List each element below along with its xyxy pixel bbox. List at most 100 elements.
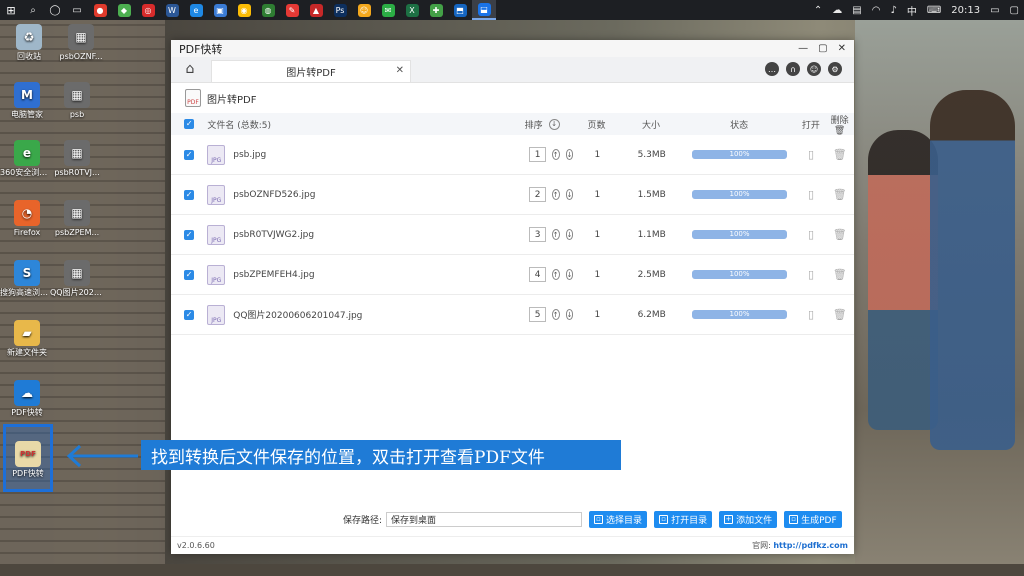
move-down-icon[interactable]: ↓ <box>565 269 574 280</box>
minimize-icon[interactable]: — <box>798 43 808 54</box>
desktop-icon[interactable]: ▦ psbOZNF... <box>54 24 108 62</box>
open-file-icon[interactable]: ▯ <box>797 148 826 161</box>
desktop-icon[interactable]: PDF PDF快转 <box>3 424 53 492</box>
desktop-icon[interactable]: M 电脑管家 <box>0 82 54 120</box>
row-checkbox[interactable]: ✓ <box>184 309 195 320</box>
maximize-icon[interactable]: ▢ <box>818 43 827 54</box>
taskbar-app-red-icon[interactable]: ● <box>88 0 112 20</box>
row-checkbox[interactable]: ✓ <box>184 189 195 200</box>
move-up-icon[interactable]: ↑ <box>551 189 560 200</box>
desktop-icon[interactable]: ♻ 回收站 <box>2 24 56 62</box>
search-icon[interactable]: ⌕ <box>22 0 44 20</box>
move-up-icon[interactable]: ↑ <box>551 309 560 320</box>
desktop-icon[interactable]: ☁ PDF快转 <box>0 380 54 418</box>
desktop-icon[interactable]: ▦ psbR0TVJ... <box>50 140 104 178</box>
home-icon[interactable]: ⌂ <box>171 56 209 82</box>
desktop-icon[interactable]: ◔ Firefox <box>0 200 54 238</box>
monitor-icon[interactable]: ▭ <box>985 5 1004 16</box>
move-down-icon[interactable]: ↓ <box>565 189 574 200</box>
taskbar-app-browser-icon[interactable]: ◍ <box>256 0 280 20</box>
tab-image-to-pdf[interactable]: 图片转PDF ✕ <box>211 60 411 82</box>
order-input[interactable]: 1 <box>529 147 546 162</box>
taskbar-app-yellow-icon[interactable]: ☺ <box>352 0 376 20</box>
chat-icon[interactable]: … <box>765 62 779 76</box>
select-all-checkbox[interactable]: ✓ <box>184 119 195 129</box>
windows-start-icon[interactable]: ⊞ <box>0 0 22 20</box>
taskbar-app-blue2-icon[interactable]: ⬒ <box>448 0 472 20</box>
open-directory-button[interactable]: ▫ 打开目录 <box>654 510 713 528</box>
cloud-icon[interactable]: ☁ <box>827 5 847 16</box>
row-checkbox[interactable]: ✓ <box>184 269 195 280</box>
trash-icon[interactable]: 🗑 <box>825 268 854 281</box>
taskbar-app-red2-icon[interactable]: ◎ <box>136 0 160 20</box>
desktop-icon[interactable]: S 搜狗高速浏览器 <box>0 260 54 298</box>
wifi-icon[interactable]: ◠ <box>867 5 886 16</box>
headset-icon[interactable]: ∩ <box>786 62 800 76</box>
save-path-input[interactable] <box>386 511 583 527</box>
move-up-icon[interactable]: ↑ <box>551 229 560 240</box>
order-input[interactable]: 3 <box>529 227 546 242</box>
desktop-icon[interactable]: ▦ psbZPEM... <box>50 200 104 238</box>
taskbar-app-chrome-icon[interactable]: ◉ <box>232 0 256 20</box>
network-icon[interactable]: ▤ <box>847 5 866 16</box>
tab-close-icon[interactable]: ✕ <box>396 65 404 76</box>
chevron-up-icon[interactable]: ⌃ <box>809 5 827 16</box>
taskbar-app-ps-icon[interactable]: Ps <box>328 0 352 20</box>
generate-pdf-button[interactable]: ▫ 生成PDF <box>784 510 842 528</box>
gear-icon[interactable]: ⚙ <box>828 62 842 76</box>
move-down-icon[interactable]: ↓ <box>565 149 574 160</box>
table-row[interactable]: ✓ JPG psbOZNFD526.jpg 2 ↑ ↓ 1 1.5MB 100%… <box>171 175 854 215</box>
open-file-icon[interactable]: ▯ <box>797 228 826 241</box>
taskbar-app-tool-icon[interactable]: ✎ <box>280 0 304 20</box>
desktop-icon[interactable]: ▦ QQ图片20200606... <box>50 260 104 298</box>
task-view-icon[interactable]: ◯ <box>44 0 66 20</box>
taskbar-app-edge-icon[interactable]: e <box>184 0 208 20</box>
volume-icon[interactable]: ♪ <box>885 5 901 16</box>
move-down-icon[interactable]: ↓ <box>565 229 574 240</box>
taskbar-app-red3-icon[interactable]: ▲ <box>304 0 328 20</box>
row-checkbox[interactable]: ✓ <box>184 229 195 240</box>
header-size: 大小 <box>642 120 661 131</box>
sort-down-icon[interactable]: ↓ <box>548 118 560 130</box>
trash-icon[interactable]: 🗑 <box>825 148 854 161</box>
trash-icon[interactable]: 🗑 <box>825 188 854 201</box>
open-file-icon[interactable]: ▯ <box>797 308 826 321</box>
order-input[interactable]: 2 <box>529 187 546 202</box>
taskbar-app-pdf-active-icon[interactable]: ⬓ <box>472 0 496 20</box>
choose-directory-button[interactable]: ▫ 选择目录 <box>589 510 648 528</box>
open-file-icon[interactable]: ▯ <box>797 268 826 281</box>
taskview-grid-icon[interactable]: ▭ <box>66 0 88 20</box>
table-row[interactable]: ✓ JPG QQ图片20200606201047.jpg 5 ↑ ↓ 1 6.2… <box>171 295 854 335</box>
move-down-icon[interactable]: ↓ <box>565 309 574 320</box>
taskbar-app-excel-icon[interactable]: X <box>400 0 424 20</box>
add-file-button[interactable]: + 添加文件 <box>719 510 778 528</box>
file-name: QQ图片20200606201047.jpg <box>233 311 363 321</box>
desktop-icon[interactable]: ▦ psb <box>50 82 104 120</box>
trash-icon[interactable]: 🗑 <box>825 228 854 241</box>
move-up-icon[interactable]: ↑ <box>551 269 560 280</box>
keyboard-icon[interactable]: ⌨ <box>922 5 946 16</box>
taskbar-app-word-icon[interactable]: W <box>160 0 184 20</box>
move-up-icon[interactable]: ↑ <box>551 149 560 160</box>
table-row[interactable]: ✓ JPG psbR0TVJWG2.jpg 3 ↑ ↓ 1 1.1MB 100%… <box>171 215 854 255</box>
trash-icon[interactable]: 🗑 <box>825 308 854 321</box>
taskbar-app-green2-icon[interactable]: ✚ <box>424 0 448 20</box>
taskbar-app-green-icon[interactable]: ◆ <box>112 0 136 20</box>
website-link[interactable]: http://pdfkz.com <box>773 541 848 550</box>
clock[interactable]: 20:13 <box>946 5 985 16</box>
order-input[interactable]: 5 <box>529 307 546 322</box>
notification-icon[interactable]: ▢ <box>1005 5 1024 16</box>
taskbar-app-wechat-icon[interactable]: ✉ <box>376 0 400 20</box>
table-row[interactable]: ✓ JPG psb.jpg 1 ↑ ↓ 1 5.3MB 100% ▯ 🗑 <box>171 135 854 175</box>
taskbar-app-blue-icon[interactable]: ▣ <box>208 0 232 20</box>
desktop-icon[interactable]: ▰ 新建文件夹 <box>0 320 54 358</box>
trash-icon[interactable]: 🗑 <box>834 126 845 136</box>
desktop-icon[interactable]: e 360安全浏览器 <box>0 140 54 178</box>
close-icon[interactable]: ✕ <box>838 43 846 54</box>
open-file-icon[interactable]: ▯ <box>797 188 826 201</box>
input-language[interactable]: 中 <box>902 3 922 18</box>
table-row[interactable]: ✓ JPG psbZPEMFEH4.jpg 4 ↑ ↓ 1 2.5MB 100%… <box>171 255 854 295</box>
row-checkbox[interactable]: ✓ <box>184 149 195 160</box>
order-input[interactable]: 4 <box>529 267 546 282</box>
user-icon[interactable]: ☺ <box>807 62 821 76</box>
